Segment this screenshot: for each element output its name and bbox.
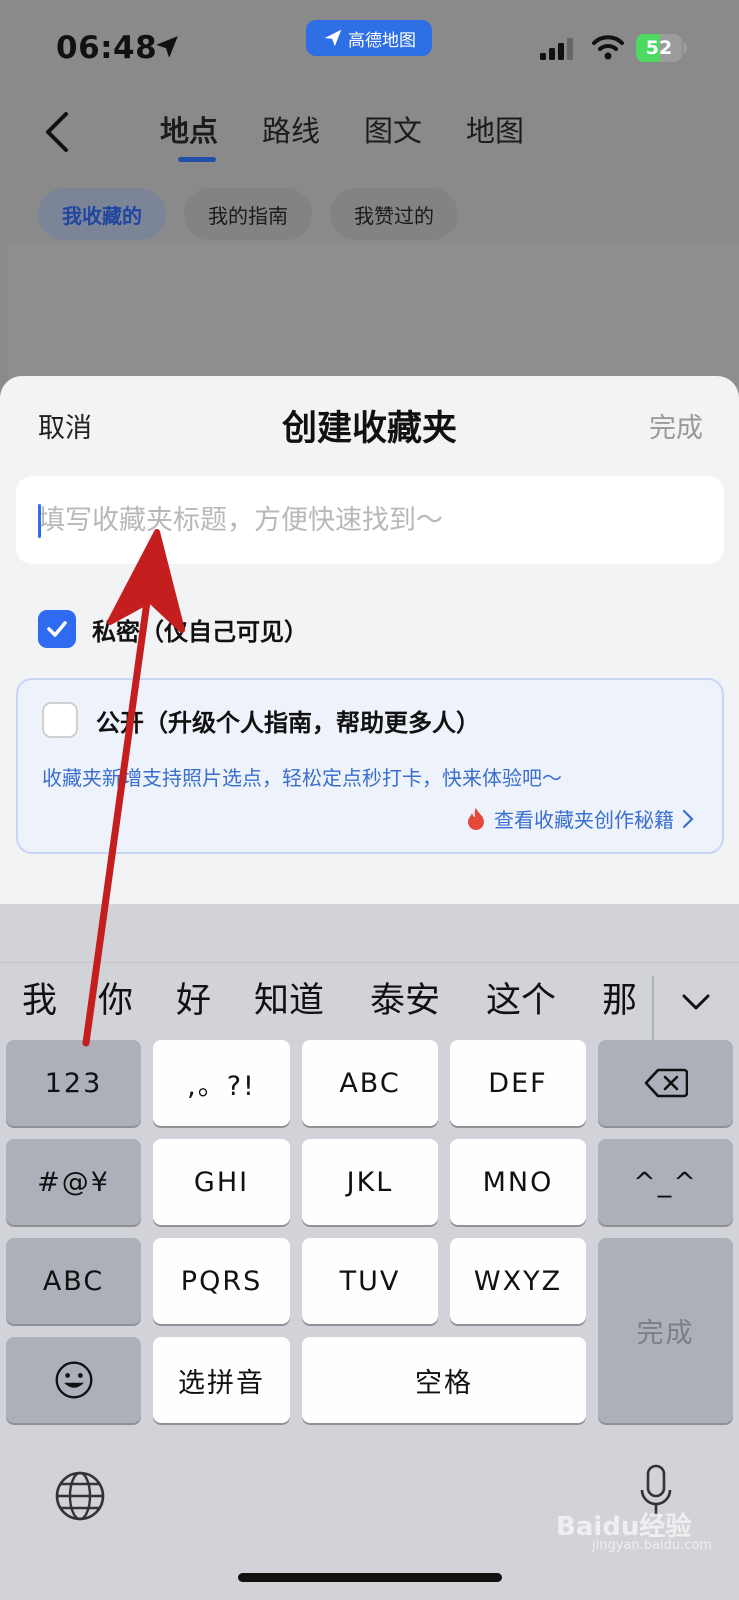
text-caret [38,504,41,538]
top-tab-bar: 地点 路线 图文 地图 [160,108,524,162]
tab-map[interactable]: 地图 [466,108,524,150]
space-key[interactable]: 空格 [302,1337,586,1423]
watermark-url: jingyan.baidu.com [592,1538,712,1553]
collapse-candidates-icon[interactable] [680,990,712,1014]
key-emoticon[interactable]: ^_^ [598,1139,733,1225]
key-mno[interactable]: MNO [450,1139,586,1225]
back-chevron-icon[interactable] [40,110,76,154]
cellular-signal-icon [540,38,573,60]
key-123[interactable]: 123 [6,1040,141,1126]
pinyin-keyboard: 我 你 好 知道 泰安 这个 那 123 ,。?! ABC DEF #@¥ GH… [0,904,739,1600]
key-def[interactable]: DEF [450,1040,586,1126]
background-app: 06:48 高德地图 52 地点 路线 图文 地图 我收藏的 我的指南 我赞过的 [0,0,739,404]
public-option-card[interactable]: 公开（升级个人指南，帮助更多人） 收藏夹新增支持照片选点，轻松定点秒打卡，快来体… [16,678,724,854]
key-abc[interactable]: ABC [302,1040,438,1126]
key-tuv[interactable]: TUV [302,1238,438,1324]
candidate-4[interactable]: 知道 [254,972,324,1023]
home-indicator [238,1573,502,1582]
candidate-1[interactable]: 我 [22,972,57,1023]
key-abc-mode[interactable]: ABC [6,1238,141,1324]
wifi-icon [592,35,624,60]
key-select-pinyin[interactable]: 选拼音 [153,1337,290,1423]
key-pqrs[interactable]: PQRS [153,1238,290,1324]
candidate-2[interactable]: 你 [98,972,133,1023]
folder-title-input[interactable] [16,476,724,564]
public-option-label: 公开（升级个人指南，帮助更多人） [96,708,480,737]
candidate-6[interactable]: 这个 [486,972,556,1023]
chip-my-likes[interactable]: 我赞过的 [330,188,458,240]
private-option[interactable]: 私密（仅自己可见） [38,610,308,648]
done-button[interactable]: 完成 [649,406,703,445]
backspace-key[interactable] [598,1040,733,1126]
private-checkbox[interactable] [38,610,76,648]
creation-tips-link[interactable]: 查看收藏夹创作秘籍 [466,804,694,833]
public-option[interactable]: 公开（升级个人指南，帮助更多人） [42,702,480,738]
status-time: 06:48 [56,30,158,66]
fire-icon [468,807,484,830]
checkmark-icon [47,621,67,637]
candidate-3[interactable]: 好 [176,972,211,1023]
key-jkl[interactable]: JKL [302,1139,438,1225]
gaode-logo-icon [324,29,342,47]
public-checkbox[interactable] [42,702,78,738]
candidate-5[interactable]: 泰安 [370,972,440,1023]
tab-places[interactable]: 地点 [160,108,218,162]
candidate-bar: 我 你 好 知道 泰安 这个 那 [0,904,739,1042]
emoji-key[interactable] [6,1337,141,1423]
key-wxyz[interactable]: WXYZ [450,1238,586,1324]
app-pill-label: 高德地图 [348,30,416,51]
chevron-right-icon [682,809,694,828]
private-option-label: 私密（仅自己可见） [92,617,308,646]
creation-tips-label: 查看收藏夹创作秘籍 [494,808,674,832]
key-ghi[interactable]: GHI [153,1139,290,1225]
candidate-7[interactable]: 那 [602,972,637,1023]
backspace-icon [644,1068,688,1098]
emoji-icon [55,1361,92,1399]
sheet-title: 创建收藏夹 [281,409,457,449]
filter-chips: 我收藏的 我的指南 我赞过的 [38,188,458,240]
create-folder-sheet: 取消 创建收藏夹 完成 私密（仅自己可见） 公开（升级个人指南，帮助更多人） 收… [0,376,739,906]
battery-percent: 52 [645,37,673,59]
battery-indicator: 52 [636,34,688,62]
app-return-pill[interactable]: 高德地图 [306,20,432,56]
tab-routes[interactable]: 路线 [262,108,320,150]
tab-posts[interactable]: 图文 [364,108,422,150]
key-done[interactable]: 完成 [598,1238,733,1423]
location-arrow-icon [156,36,178,58]
chip-my-favorites[interactable]: 我收藏的 [38,188,166,240]
chip-my-guides[interactable]: 我的指南 [184,188,312,240]
globe-icon[interactable] [54,1470,106,1522]
key-symbols[interactable]: #@¥ [6,1139,141,1225]
status-bar: 06:48 高德地图 52 [0,0,739,96]
key-punctuation[interactable]: ,。?! [153,1040,290,1126]
public-option-description: 收藏夹新增支持照片选点，轻松定点秒打卡，快来体验吧～ [42,766,562,790]
